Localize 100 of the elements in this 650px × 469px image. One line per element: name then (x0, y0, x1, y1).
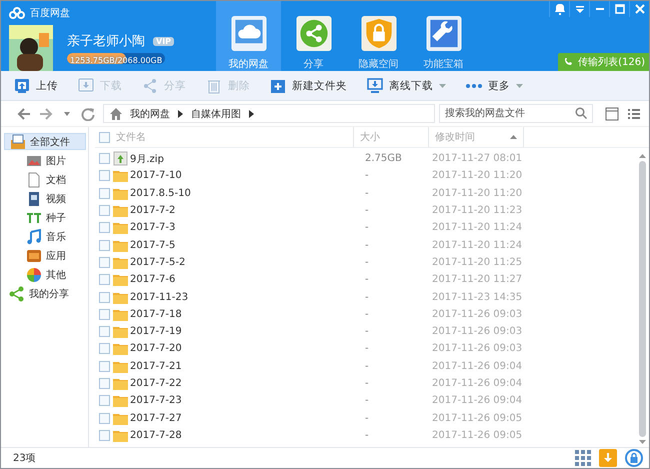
row-checkbox[interactable] (99, 378, 110, 389)
file-size: - (365, 188, 369, 199)
sidebar-item[interactable]: 其他 (4, 266, 86, 283)
forward-icon (39, 106, 53, 120)
download-button[interactable] (599, 449, 617, 467)
file-name[interactable]: 2017-7-19 (130, 326, 360, 338)
file-size: - (365, 343, 369, 354)
toolbar-button[interactable]: 新建文件夹 (265, 74, 352, 96)
phone-icon (564, 58, 572, 66)
modified-time: 2017-11-20 11:23 (432, 205, 522, 216)
upload-icon (14, 78, 30, 94)
row-checkbox[interactable] (99, 274, 110, 286)
row-checkbox[interactable] (99, 222, 110, 234)
file-name[interactable]: 2017-11-23 (130, 292, 360, 303)
modified-time: 2017-11-26 09:04 (432, 378, 522, 389)
row-checkbox[interactable] (99, 170, 110, 182)
row-checkbox[interactable] (99, 240, 110, 251)
file-size: - (365, 430, 369, 441)
lock-button[interactable] (625, 449, 643, 467)
breadcrumb-item[interactable]: 自媒体用图 (191, 106, 241, 120)
modified-time: 2017-11-26 09:03 (432, 308, 522, 320)
row-checkbox[interactable] (99, 188, 110, 199)
toolbar-button[interactable]: 离线下载 (362, 74, 451, 96)
breadcrumb-item[interactable]: 我的网盘 (130, 106, 170, 120)
refresh-icon (81, 106, 95, 120)
user-name: 亲子老师小陶 (67, 33, 145, 50)
music-note-icon (26, 228, 42, 244)
scroll-thumb[interactable] (638, 161, 646, 437)
menu-icon (574, 3, 586, 15)
file-name[interactable]: 2017-7-18 (130, 308, 360, 320)
file-name[interactable]: 2017-7-22 (130, 378, 360, 389)
modified-time: 2017-11-26 09:05 (432, 412, 522, 424)
file-name[interactable]: 2017-7-5-2 (130, 256, 360, 268)
sidebar-item[interactable]: 应用 (4, 247, 86, 264)
pie-icon (26, 266, 42, 282)
sidebar-item[interactable]: 我的分享 (4, 285, 86, 302)
toolbar-button[interactable]: 更多 (461, 74, 528, 96)
row-checkbox[interactable] (99, 326, 110, 338)
app-title: 百度网盘 (30, 6, 70, 20)
file-name[interactable]: 2017-7-2 (130, 205, 360, 216)
row-checkbox[interactable] (99, 256, 110, 268)
row-checkbox[interactable] (99, 292, 110, 303)
sidebar-item[interactable]: 图片 (4, 152, 86, 169)
file-name[interactable]: 2017-7-10 (130, 170, 360, 182)
sidebar-item[interactable]: 种子 (4, 209, 86, 226)
file-size: - (365, 170, 369, 182)
caret-icon (439, 84, 446, 88)
search-field[interactable]: 搜索我的网盘文件 (439, 104, 593, 123)
file-size: - (365, 240, 369, 251)
row-checkbox[interactable] (99, 205, 110, 216)
avatar (9, 25, 53, 71)
video-icon (26, 190, 42, 206)
modified-time: 2017-11-20 11:20 (432, 170, 522, 182)
file-name[interactable]: 2017-7-23 (130, 395, 360, 406)
select-all-checkbox[interactable] (99, 132, 110, 142)
file-name[interactable]: 2017-7-3 (130, 222, 360, 234)
file-size: - (365, 256, 369, 268)
modified-time: 2017-11-23 14:35 (432, 292, 522, 303)
modified-time: 2017-11-26 09:05 (432, 430, 522, 441)
search-icon (575, 107, 587, 119)
file-name[interactable]: 2017-7-27 (130, 412, 360, 424)
file-size: - (365, 412, 369, 424)
chevron-icon (249, 110, 254, 118)
sidebar-item[interactable]: 文档 (4, 171, 86, 188)
panel-view-icon (605, 106, 619, 120)
row-checkbox[interactable] (99, 308, 110, 320)
file-name[interactable]: 2017-7-28 (130, 430, 360, 441)
row-checkbox[interactable] (99, 153, 110, 164)
file-name[interactable]: 2017.8.5-10 (130, 188, 360, 199)
modified-time: 2017-11-26 09:03 (432, 343, 522, 354)
file-name[interactable]: 2017-7-5 (130, 240, 360, 251)
row-checkbox[interactable] (99, 412, 110, 424)
grid-view-button[interactable] (575, 450, 591, 466)
share-icon (9, 286, 25, 302)
row-checkbox[interactable] (99, 343, 110, 354)
cloud-icon (230, 15, 268, 52)
download-icon (78, 78, 94, 94)
file-name[interactable]: 9月.zip (130, 152, 360, 166)
scroll-up-icon (638, 154, 646, 158)
vip-badge: VIP (153, 36, 174, 46)
more-icon (466, 84, 482, 88)
row-checkbox[interactable] (99, 430, 110, 441)
toolbar-button[interactable]: 上传 (9, 74, 63, 96)
sidebar-item[interactable]: 全部文件 (4, 133, 86, 150)
row-checkbox[interactable] (99, 395, 110, 406)
trash-icon (206, 78, 222, 94)
modified-time: 2017-11-20 11:24 (432, 222, 522, 234)
modified-time: 2017-11-20 11:27 (432, 274, 522, 286)
row-checkbox[interactable] (99, 360, 110, 372)
modified-time: 2017-11-26 09:03 (432, 326, 522, 338)
file-name[interactable]: 2017-7-6 (130, 274, 360, 286)
file-name[interactable]: 2017-7-21 (130, 360, 360, 372)
panel-view-button[interactable] (603, 104, 621, 122)
file-name[interactable]: 2017-7-20 (130, 343, 360, 354)
folder-icon (113, 272, 128, 288)
list-view-icon (627, 106, 641, 120)
file-size: 2.75GB (365, 153, 402, 164)
sidebar-item[interactable]: 视频 (4, 190, 86, 207)
sidebar-item[interactable]: 音乐 (4, 228, 86, 245)
home-icon (110, 108, 122, 120)
